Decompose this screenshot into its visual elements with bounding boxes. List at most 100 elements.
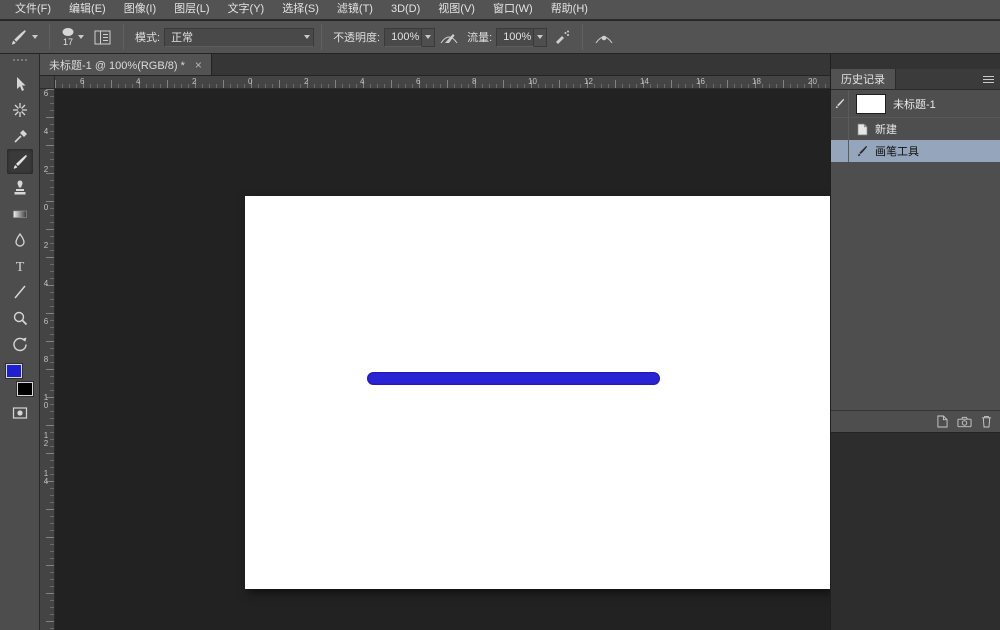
eyedropper-tool[interactable] — [7, 123, 33, 148]
history-brush-source-cell[interactable] — [831, 118, 849, 140]
tool-preset-picker[interactable] — [5, 26, 42, 49]
toolbar-grip[interactable] — [13, 59, 27, 61]
history-state-row[interactable]: 画笔工具 — [831, 140, 1000, 162]
document-tab-bar: 未标题-1 @ 100%(RGB/8) * × — [40, 54, 830, 76]
snapshot-thumbnail — [856, 94, 886, 114]
ruler-label: 1 0 — [40, 394, 52, 410]
menu-item-7[interactable]: 3D(D) — [382, 0, 429, 19]
options-bar: 17 模式: 正常 不透明度: 100% 流量: 100% — [0, 21, 1000, 54]
opacity-value: 100% — [385, 31, 421, 43]
background-color-swatch[interactable] — [17, 382, 33, 396]
ruler-label: 6 — [40, 318, 52, 326]
blur-tool[interactable] — [7, 227, 33, 252]
history-snapshot-row[interactable]: 未标题-1 — [831, 90, 1000, 118]
ruler-label: 8 — [472, 77, 476, 86]
brush-preset-picker[interactable]: 17 — [57, 26, 88, 48]
ruler-label: 4 — [136, 77, 140, 86]
history-brush-source-cell[interactable] — [831, 90, 849, 117]
photoshop-window: 文件(F)编辑(E)图像(I)图层(L)文字(Y)选择(S)滤镜(T)3D(D)… — [0, 0, 1000, 630]
ruler-label: 2 — [304, 77, 308, 86]
mode-value: 正常 — [165, 29, 199, 45]
foreground-color-swatch[interactable] — [6, 364, 22, 378]
ruler-label: 16 — [696, 77, 705, 86]
ruler-label: 6 — [80, 77, 84, 86]
opacity-label: 不透明度: — [333, 29, 380, 45]
ruler-label: 18 — [752, 77, 761, 86]
gradient-tool[interactable] — [7, 201, 33, 226]
history-brush-icon — [834, 98, 845, 109]
brush-size-value: 17 — [63, 38, 73, 47]
dock-empty-area — [831, 432, 1000, 630]
menu-item-3[interactable]: 图层(L) — [165, 0, 218, 19]
state-label: 新建 — [875, 121, 897, 137]
mode-dropdown[interactable]: 正常 — [164, 28, 314, 47]
rotate-view-tool[interactable] — [7, 331, 33, 356]
brush-tool-icon — [855, 145, 869, 157]
new-snapshot-camera-icon[interactable] — [957, 416, 972, 428]
move-tool[interactable] — [7, 71, 33, 96]
menu-item-1[interactable]: 编辑(E) — [60, 0, 115, 19]
line-tool[interactable] — [7, 279, 33, 304]
menu-item-9[interactable]: 窗口(W) — [484, 0, 542, 19]
tablet-pressure-size-icon[interactable] — [592, 26, 616, 48]
ruler-label: 12 — [584, 77, 593, 86]
toggle-brush-panel-icon[interactable] — [90, 26, 114, 48]
panel-menu-icon[interactable] — [982, 75, 995, 84]
separator — [582, 24, 583, 50]
clone-stamp-tool[interactable] — [7, 175, 33, 200]
ruler-label: 20 — [808, 77, 817, 86]
menu-item-10[interactable]: 帮助(H) — [542, 0, 597, 19]
ruler-label: 10 — [528, 77, 537, 86]
right-dock: 历史记录 未标题-1 新建 — [830, 54, 1000, 630]
flow-value: 100% — [497, 31, 533, 43]
canvas-area[interactable] — [55, 89, 830, 630]
magic-wand-tool[interactable] — [7, 97, 33, 122]
ruler-label: 6 — [40, 90, 52, 98]
ruler-label: 2 — [40, 242, 52, 250]
menu-item-5[interactable]: 选择(S) — [273, 0, 328, 19]
ruler-label: 0 — [40, 204, 52, 212]
new-document-from-state-icon[interactable] — [937, 415, 948, 428]
history-brush-source-cell[interactable] — [831, 140, 849, 162]
menu-item-8[interactable]: 视图(V) — [429, 0, 484, 19]
separator — [321, 24, 322, 50]
tablet-pressure-opacity-icon[interactable] — [437, 26, 461, 48]
airbrush-icon[interactable] — [549, 26, 573, 48]
state-label: 画笔工具 — [875, 143, 919, 159]
ruler-label: 2 — [40, 166, 52, 174]
brush-tool[interactable] — [7, 149, 33, 174]
tab-close-icon[interactable]: × — [195, 59, 202, 71]
zoom-tool[interactable] — [7, 305, 33, 330]
menu-item-2[interactable]: 图像(I) — [115, 0, 165, 19]
delete-state-trash-icon[interactable] — [981, 415, 992, 428]
mode-label: 模式: — [135, 29, 160, 45]
quick-mask-tool[interactable] — [7, 400, 33, 425]
opacity-input[interactable]: 100% — [384, 28, 422, 47]
opacity-dropdown-arrow[interactable] — [422, 28, 435, 47]
flow-label: 流量: — [467, 29, 492, 45]
svg-text:T: T — [15, 260, 24, 275]
separator — [49, 24, 50, 50]
history-panel-tab[interactable]: 历史记录 — [831, 69, 896, 89]
flow-dropdown-arrow[interactable] — [534, 28, 547, 47]
document-tab-title: 未标题-1 @ 100%(RGB/8) * — [49, 57, 185, 73]
history-panel-body: 未标题-1 新建 画笔工具 — [831, 90, 1000, 410]
snapshot-label: 未标题-1 — [893, 96, 936, 112]
history-state-row[interactable]: 新建 — [831, 118, 1000, 140]
menu-item-0[interactable]: 文件(F) — [6, 0, 60, 19]
ruler-label: 4 — [40, 128, 52, 136]
ruler-label: 1 4 — [40, 470, 52, 486]
type-tool[interactable]: T — [7, 253, 33, 278]
ruler-label: 6 — [416, 77, 420, 86]
menu-item-4[interactable]: 文字(Y) — [219, 0, 274, 19]
tool-preset-caret-icon — [32, 35, 38, 39]
flow-input[interactable]: 100% — [496, 28, 534, 47]
ruler-corner[interactable] — [40, 76, 55, 89]
ruler-label: 4 — [40, 280, 52, 288]
new-document-icon — [855, 123, 869, 136]
document-tab[interactable]: 未标题-1 @ 100%(RGB/8) * × — [40, 54, 212, 75]
ruler-label: 8 — [40, 356, 52, 364]
mode-dropdown-caret-icon — [300, 28, 313, 47]
document-canvas[interactable] — [245, 196, 830, 589]
menu-item-6[interactable]: 滤镜(T) — [328, 0, 382, 19]
